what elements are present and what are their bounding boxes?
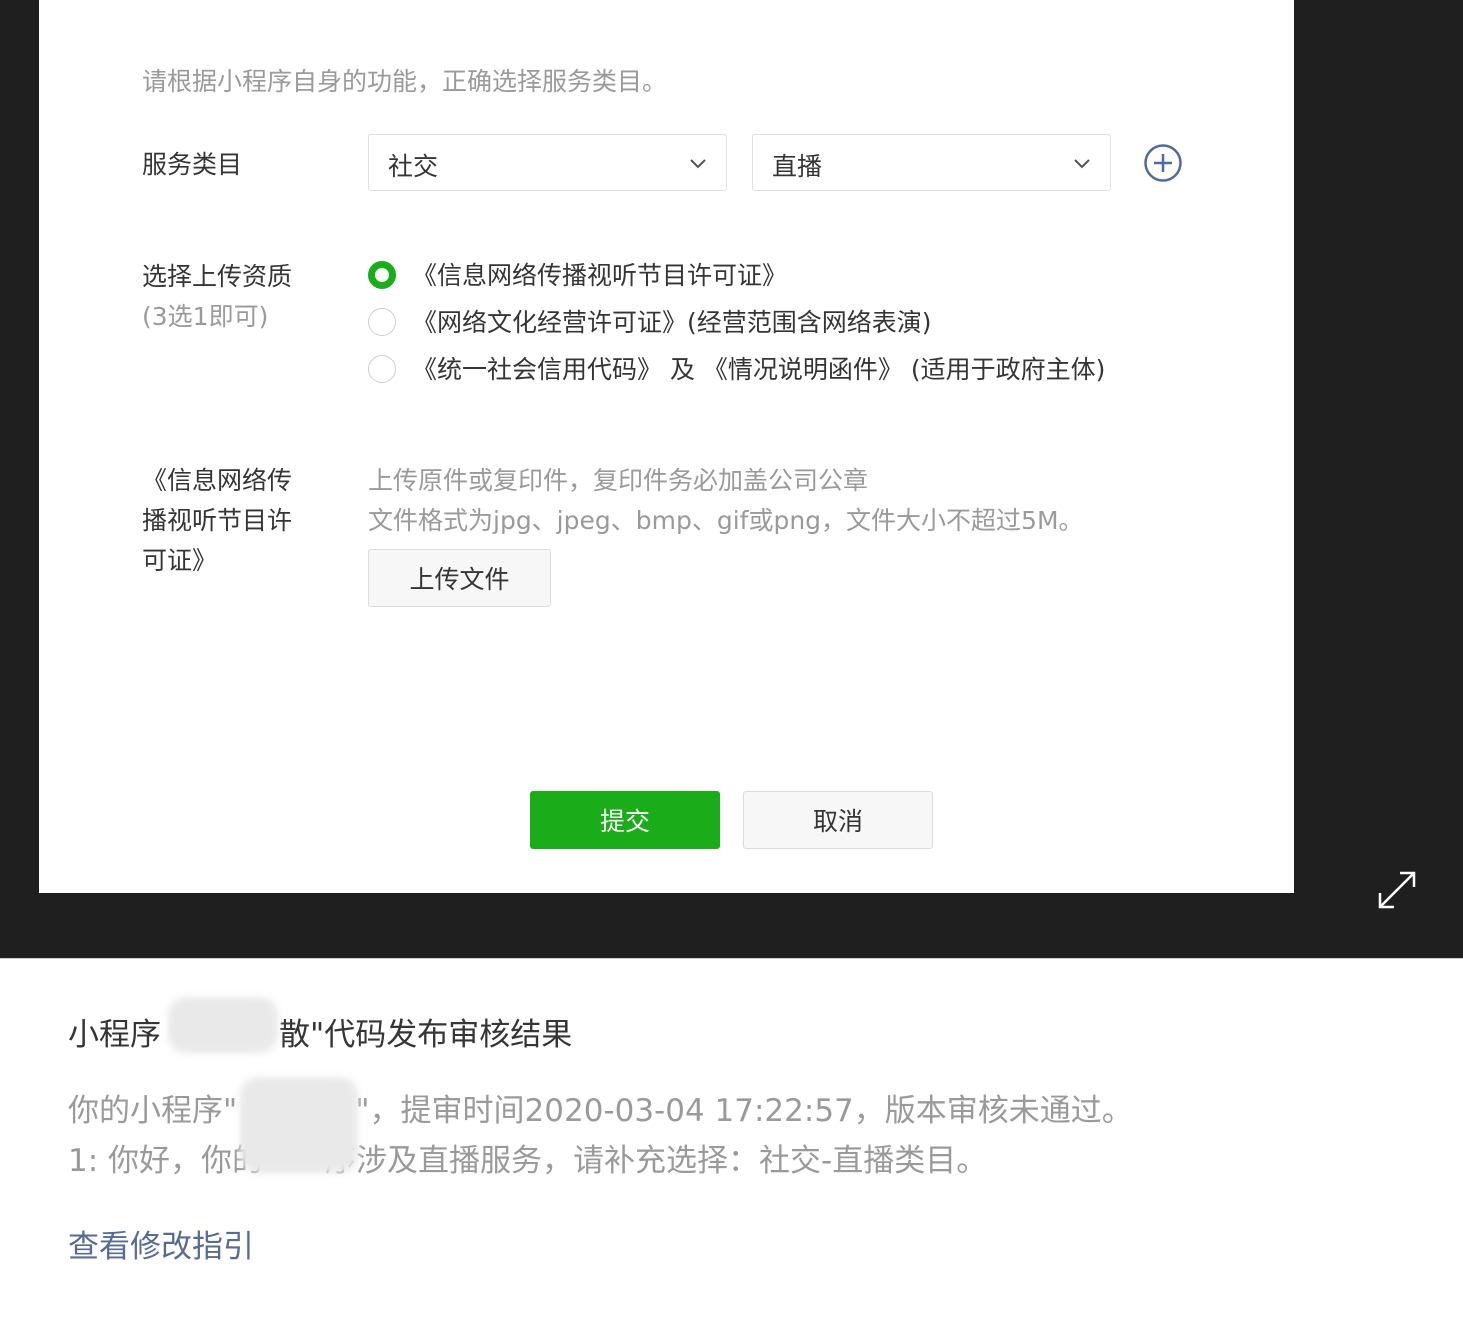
redaction-mask: [168, 997, 278, 1053]
category-label: 服务类目: [142, 150, 243, 179]
submit-button[interactable]: 提交: [530, 791, 720, 849]
redaction-mask: [240, 1077, 358, 1173]
message-line-2: 1: 你好，你的 序涉及直播服务，请补充选择：社交-直播类目。: [68, 1135, 987, 1180]
option-text: 《信息网络传播视听节目许可证》: [412, 261, 788, 290]
upload-hint-1: 上传原件或复印件，复印件务必加盖公司公章: [368, 466, 869, 495]
title-suffix: 散"代码发布审核结果: [279, 1017, 573, 1053]
cancel-button[interactable]: 取消: [743, 791, 933, 849]
radio-unchecked-icon[interactable]: [368, 355, 396, 383]
form-hint: 请根据小程序自身的功能，正确选择服务类目。: [142, 67, 668, 96]
message-title: 小程序 散"代码发布审核结果: [68, 1009, 572, 1054]
line2-suffix: 序涉及直播服务，请补充选择：社交-直播类目。: [325, 1143, 988, 1179]
radio-unchecked-icon[interactable]: [368, 308, 396, 336]
option-text: 《统一社会信用代码》 及 《情况说明函件》 (适用于政府主体): [412, 355, 1106, 384]
category-secondary-value: 直播: [772, 152, 823, 181]
expand-icon[interactable]: [1376, 869, 1418, 911]
upload-label-line-1: 《信息网络传: [142, 466, 293, 495]
line2-prefix: 1: 你好，你的: [68, 1143, 264, 1179]
title-prefix: 小程序: [68, 1017, 161, 1053]
category-form-panel: 请根据小程序自身的功能，正确选择服务类目。 服务类目 社交 直播 选择上传资质 …: [39, 0, 1294, 893]
radio-checked-icon[interactable]: [368, 261, 396, 289]
category-primary-value: 社交: [388, 152, 439, 181]
line1-prefix: 你的小程序": [68, 1093, 238, 1129]
upload-label-line-3: 可证》: [142, 546, 218, 575]
message-line-1: 你的小程序" "，提审时间2020-03-04 17:22:57，版本审核未通过。: [68, 1085, 1133, 1130]
upload-hint-2: 文件格式为jpg、jpeg、bmp、gif或png，文件大小不超过5M。: [368, 506, 1084, 535]
chevron-down-icon: [1074, 159, 1090, 169]
category-secondary-select[interactable]: 直播: [752, 134, 1111, 191]
add-category-icon[interactable]: [1143, 143, 1183, 183]
category-primary-select[interactable]: 社交: [368, 134, 727, 191]
upload-label-line-2: 播视听节目许: [142, 506, 293, 535]
chevron-down-icon: [690, 159, 706, 169]
review-result-card: 小程序 散"代码发布审核结果 你的小程序" "，提审时间2020-03-04 17:…: [0, 958, 1463, 1329]
option-text: 《网络文化经营许可证》(经营范围含网络表演): [412, 308, 932, 337]
qualification-sublabel: (3选1即可): [142, 302, 269, 331]
line1-suffix: "，提审时间2020-03-04 17:22:57，版本审核未通过。: [355, 1093, 1133, 1129]
upload-file-button[interactable]: 上传文件: [368, 549, 551, 607]
qualification-label: 选择上传资质: [142, 262, 293, 291]
view-guide-link[interactable]: 查看修改指引: [68, 1221, 254, 1266]
